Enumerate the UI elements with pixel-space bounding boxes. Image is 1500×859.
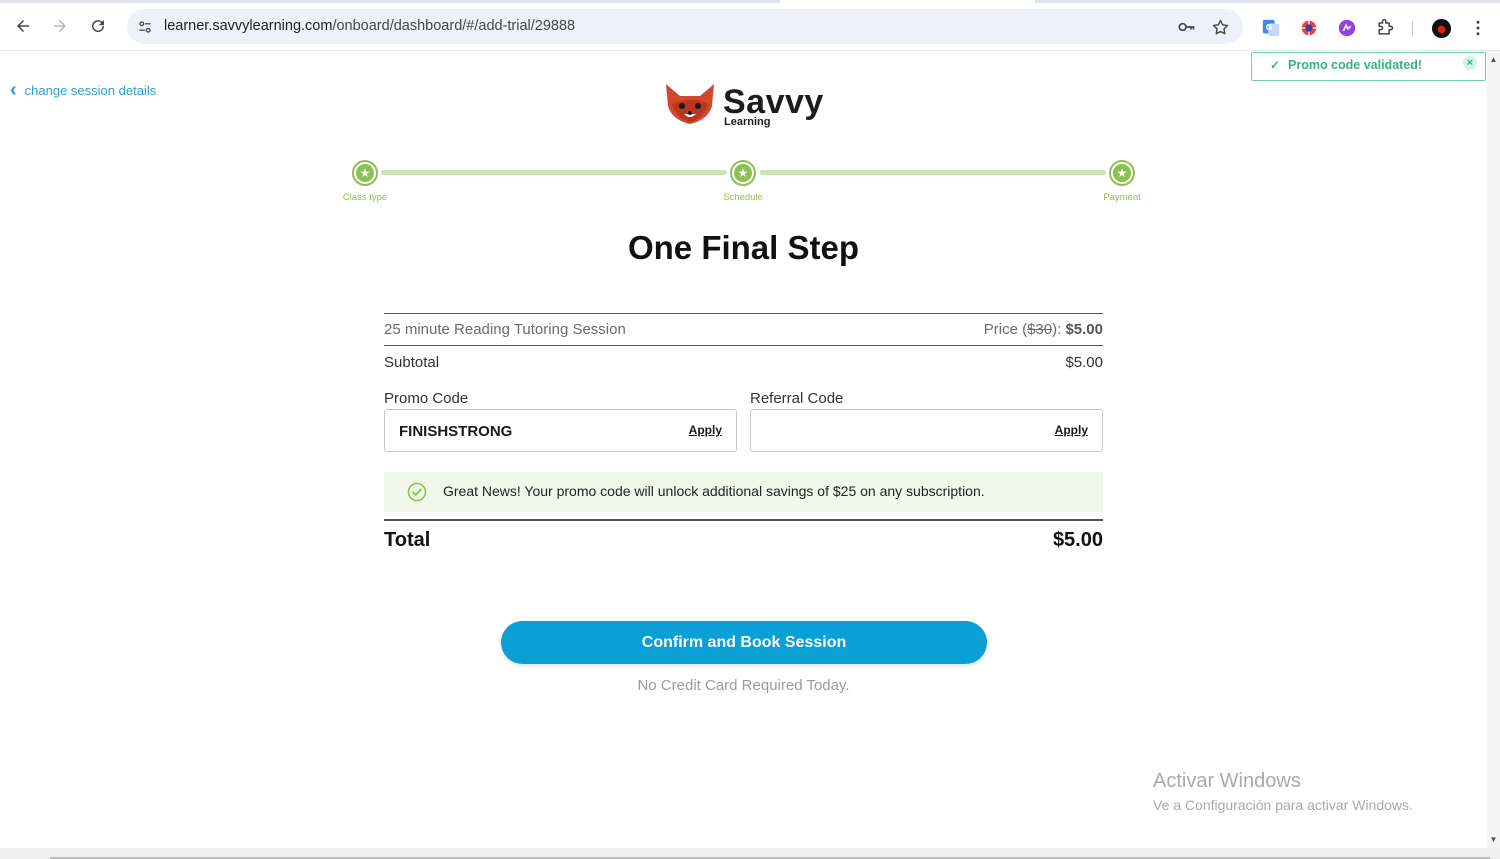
svg-text:G: G [1266, 22, 1273, 32]
toolbar-divider [1412, 21, 1413, 37]
site-settings-icon[interactable] [135, 17, 155, 37]
promo-success-notice: Great News! Your promo code will unlock … [384, 472, 1103, 512]
star-icon: ★ [356, 164, 374, 182]
check-icon: ✓ [1270, 58, 1281, 72]
step-class-type: ★ [352, 160, 378, 186]
line-item-row: 25 minute Reading Tutoring Session Price… [384, 314, 1103, 345]
bookmark-star-icon[interactable] [1209, 16, 1231, 38]
referral-code-field[interactable]: Apply [750, 409, 1103, 452]
password-key-icon[interactable] [1175, 16, 1197, 38]
extension-purple-icon[interactable] [1336, 17, 1358, 39]
watermark-title: Activar Windows [1153, 770, 1301, 792]
promo-code-label: Promo Code [384, 390, 469, 407]
change-session-details-link[interactable]: ‹ change session details [10, 80, 156, 100]
price-mid: ): [1052, 321, 1066, 338]
step-connector [381, 170, 727, 175]
order-summary: 25 minute Reading Tutoring Session Price… [384, 313, 1103, 378]
page-title: One Final Step [627, 229, 860, 266]
discounted-price: $5.00 [1065, 321, 1103, 338]
translate-extension-icon[interactable]: G [1260, 17, 1282, 39]
step-schedule: ★ [730, 160, 756, 186]
url-text: learner.savvylearning.com/onboard/dashbo… [164, 18, 575, 34]
back-button[interactable] [8, 11, 38, 41]
step-connector [760, 170, 1106, 175]
line-item-price: Price ($30): $5.00 [984, 321, 1103, 338]
chevron-left-icon: ‹ [10, 79, 17, 101]
check-circle-icon [407, 482, 427, 502]
bug-extension-icon[interactable] [1298, 17, 1320, 39]
logo-sub-text: Learning [724, 116, 771, 128]
scroll-up-icon[interactable]: ▲ [1487, 53, 1500, 66]
price-prefix: Price ( [983, 321, 1028, 338]
original-price: $30 [1027, 321, 1053, 338]
reload-icon [92, 20, 105, 33]
toast-close-icon[interactable]: × [1463, 56, 1477, 70]
promo-code-value[interactable]: FINISHSTRONG [399, 423, 512, 440]
vertical-scrollbar[interactable]: ▲ ▼ [1487, 51, 1500, 848]
subtotal-label: Subtotal [384, 353, 440, 371]
subtotal-value: $5.00 [1065, 353, 1103, 371]
divider [384, 519, 1103, 521]
savvy-logo: Savvy Learning [660, 78, 830, 133]
extensions-puzzle-icon[interactable] [1374, 17, 1396, 39]
promo-apply-button[interactable]: Apply [689, 423, 722, 437]
total-value: $5.00 [1052, 529, 1103, 551]
reload-button[interactable] [83, 11, 113, 41]
referral-code-label: Referral Code [750, 390, 844, 407]
browser-menu-icon[interactable] [1467, 17, 1489, 39]
address-bar[interactable]: learner.savvylearning.com/onboard/dashbo… [127, 9, 1243, 44]
step-label-payment: Payment [1103, 192, 1141, 203]
no-credit-card-note: No Credit Card Required Today. [637, 677, 850, 694]
scroll-down-icon[interactable]: ▼ [1487, 833, 1500, 846]
windows-activation-watermark: Activar Windows Ve a Configuración para … [1153, 770, 1413, 813]
forward-button[interactable] [45, 11, 75, 41]
fox-logo-icon [666, 84, 714, 124]
promo-validated-toast: ✓ Promo code validated! × [1251, 52, 1486, 81]
total-label: Total [384, 529, 431, 551]
url-host: learner.savvylearning.com [164, 18, 333, 34]
star-icon: ★ [734, 164, 752, 182]
step-payment: ★ [1109, 160, 1135, 186]
promo-code-field[interactable]: FINISHSTRONG Apply [384, 409, 737, 452]
star-icon: ★ [1113, 164, 1131, 182]
watermark-subtitle: Ve a Configuración para activar Windows. [1153, 797, 1413, 813]
horizontal-scrollbar[interactable] [0, 848, 1500, 859]
step-label-schedule: Schedule [723, 192, 763, 203]
arrow-right-icon [54, 20, 66, 32]
step-label-class-type: Class type [342, 192, 388, 203]
toast-message: Promo code validated! [1288, 58, 1423, 72]
subtotal-row: Subtotal $5.00 [384, 346, 1103, 378]
referral-apply-button[interactable]: Apply [1055, 423, 1088, 437]
back-link-label: change session details [24, 82, 157, 98]
arrow-left-icon [17, 20, 29, 32]
line-item-name: 25 minute Reading Tutoring Session [384, 321, 626, 338]
browser-toolbar: learner.savvylearning.com/onboard/dashbo… [0, 3, 1500, 51]
confirm-book-session-button[interactable]: Confirm and Book Session [501, 621, 987, 664]
url-path: /onboard/dashboard/#/add-trial/29888 [332, 18, 576, 34]
profile-avatar[interactable] [1430, 17, 1452, 39]
notice-text: Great News! Your promo code will unlock … [443, 483, 985, 499]
